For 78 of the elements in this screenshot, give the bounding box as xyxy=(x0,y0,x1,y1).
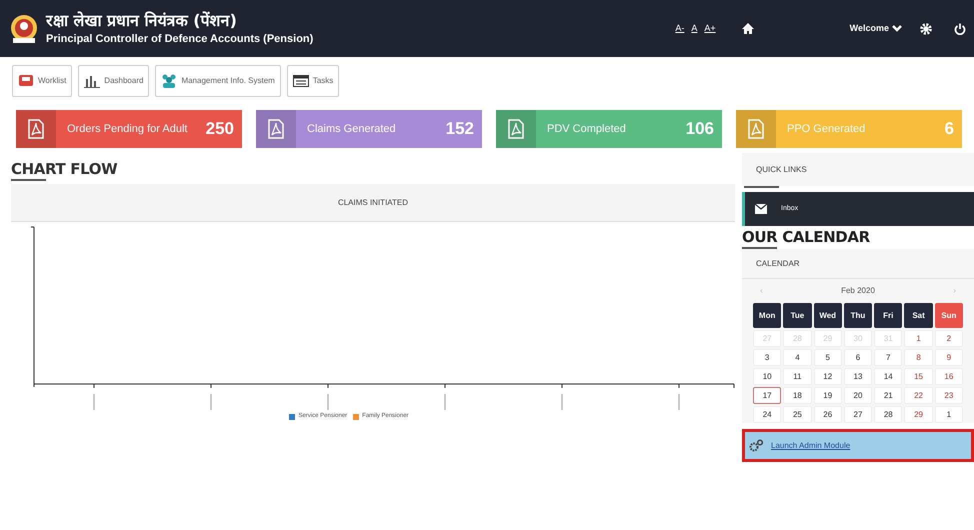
bar-chart-icon xyxy=(84,73,100,89)
pdf-file-icon xyxy=(508,119,524,139)
calendar-day[interactable]: 23 xyxy=(934,387,963,404)
pdf-file-icon xyxy=(28,119,44,139)
calendar-day[interactable]: 11 xyxy=(783,368,812,385)
calendar-day[interactable]: 13 xyxy=(844,368,872,385)
calendar-day[interactable]: 26 xyxy=(814,406,842,423)
stat-label: PPO Generated xyxy=(787,122,866,137)
pdf-file-icon xyxy=(268,119,284,139)
toolbar-button[interactable]: Management Info. System xyxy=(155,65,281,97)
chevron-down-icon xyxy=(892,25,902,32)
weekday-header: Fri xyxy=(874,303,902,328)
welcome-menu[interactable]: Welcome xyxy=(850,22,902,36)
stat-label: PDV Completed xyxy=(547,122,627,137)
emblem-icon xyxy=(10,14,38,44)
calendar-day[interactable]: 15 xyxy=(904,368,933,385)
calendar-day[interactable]: 17 xyxy=(753,387,782,404)
calendar-day[interactable]: 1 xyxy=(934,406,963,423)
pdf-file-icon xyxy=(748,119,764,139)
stat-card[interactable]: Orders Pending for Adult 250 xyxy=(16,110,242,148)
toolbar-button[interactable]: Worklist xyxy=(12,65,72,97)
calendar-day[interactable]: 3 xyxy=(753,349,782,366)
weekday-header: Wed xyxy=(814,303,842,328)
panel-title: QUICK LINKS xyxy=(756,164,807,176)
panel-title: CLAIMS INITIATED xyxy=(338,196,408,208)
toolbar-button[interactable]: Tasks xyxy=(286,65,340,97)
calendar-day[interactable]: 27 xyxy=(844,406,872,423)
stat-label: Orders Pending for Adult xyxy=(67,122,188,137)
power-icon[interactable] xyxy=(954,22,966,34)
calendar-day[interactable]: 1 xyxy=(904,330,933,347)
panel-title: CALENDAR xyxy=(756,258,800,270)
inbox-icon xyxy=(18,73,34,89)
calendar-day[interactable]: 14 xyxy=(874,368,902,385)
weekday-header: Thu xyxy=(844,303,872,328)
font-size-link[interactable]: A+ xyxy=(704,22,716,36)
calendar-day[interactable]: 6 xyxy=(844,349,872,366)
calendar-day[interactable]: 2 xyxy=(934,330,963,347)
section-heading: CHART FLOW xyxy=(11,160,118,178)
calendar-day[interactable]: 12 xyxy=(814,368,842,385)
calendar-day[interactable]: 4 xyxy=(783,349,812,366)
home-icon[interactable] xyxy=(742,23,754,34)
calendar-day[interactable]: 7 xyxy=(874,349,902,366)
month-label: Feb 2020 xyxy=(841,285,875,297)
weekday-header: Mon xyxy=(753,303,782,328)
toolbar-button[interactable]: Dashboard xyxy=(78,65,150,97)
calendar-day[interactable]: 8 xyxy=(904,349,933,366)
font-size-link[interactable]: A xyxy=(691,22,698,36)
weekday-header: Sat xyxy=(904,303,933,328)
calendar-day[interactable]: 18 xyxy=(783,387,812,404)
section-heading: OUR CALENDAR xyxy=(742,228,871,246)
people-icon xyxy=(161,73,178,89)
mail-icon xyxy=(755,204,767,214)
calendar-day[interactable]: 25 xyxy=(783,406,812,423)
calendar-day[interactable]: 10 xyxy=(753,368,782,385)
settings-icon[interactable] xyxy=(920,22,932,34)
weekday-header: Tue xyxy=(783,303,812,328)
site-title: रक्षा लेखा प्रधान नियंत्रक (पेंशन) xyxy=(46,10,238,30)
calendar-day[interactable]: 9 xyxy=(934,349,963,366)
gears-icon xyxy=(749,438,763,452)
stat-value: 106 xyxy=(686,118,714,140)
stat-value: 152 xyxy=(446,118,474,140)
weekday-header: Sun xyxy=(934,303,963,328)
window-list-icon xyxy=(292,73,309,89)
calendar-day[interactable]: 29 xyxy=(904,406,933,423)
calendar-day[interactable]: 5 xyxy=(814,349,842,366)
calendar-day[interactable]: 24 xyxy=(753,406,782,423)
site-subtitle: Principal Controller of Defence Accounts (Pension) xyxy=(46,32,314,46)
calendar-day[interactable]: 16 xyxy=(934,368,963,385)
calendar-day[interactable]: 22 xyxy=(904,387,933,404)
stat-label: Claims Generated xyxy=(307,122,397,137)
calendar-day[interactable]: 21 xyxy=(874,387,902,404)
font-size-link[interactable]: A- xyxy=(675,22,684,36)
calendar-day[interactable]: 28 xyxy=(874,406,902,423)
calendar-day[interactable]: 19 xyxy=(814,387,842,404)
calendar-day[interactable]: 20 xyxy=(844,387,872,404)
stat-value: 250 xyxy=(206,118,234,140)
stat-value: 6 xyxy=(944,118,954,140)
admin-link[interactable]: Launch Admin Module xyxy=(771,440,850,452)
